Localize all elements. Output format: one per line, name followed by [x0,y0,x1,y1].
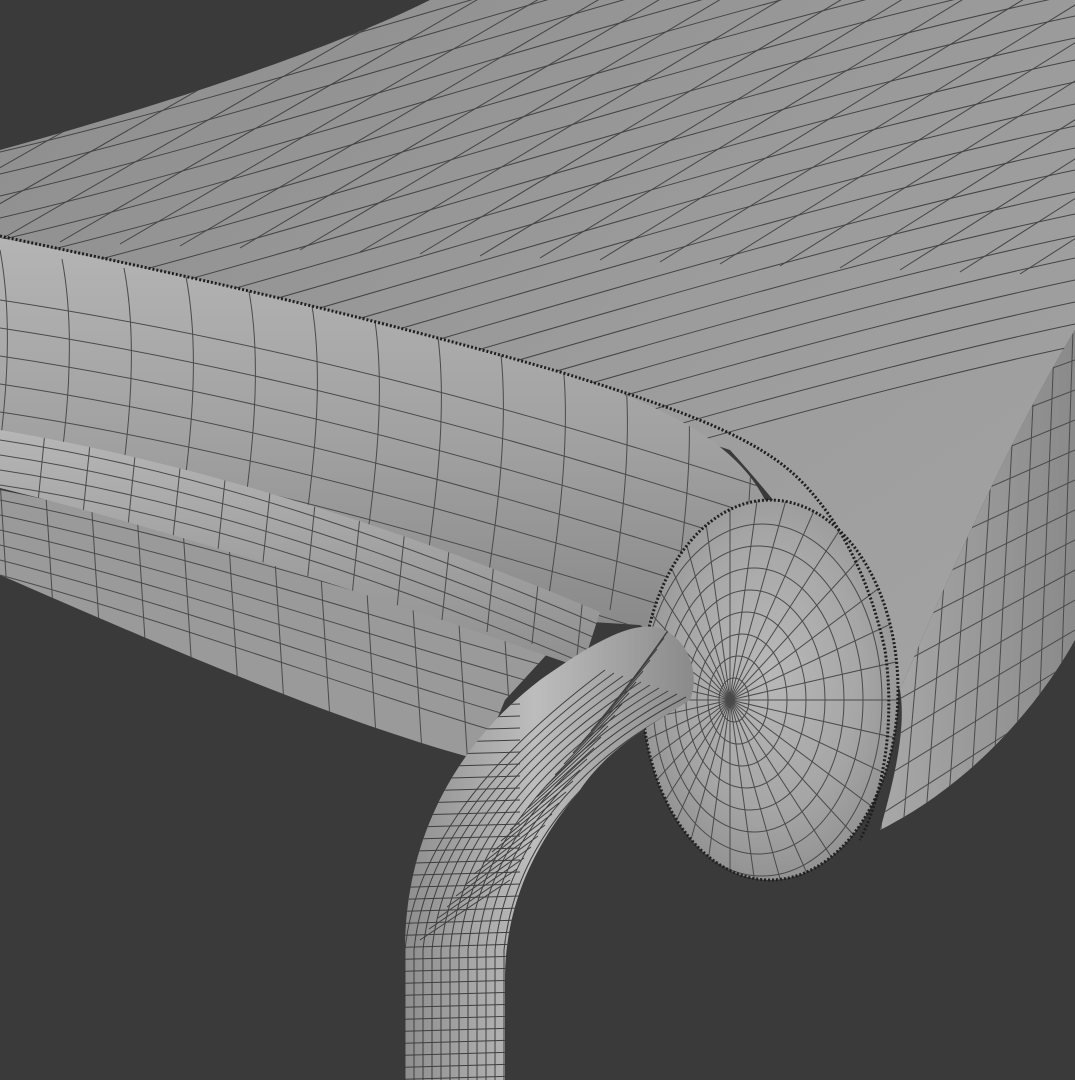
3d-viewport[interactable] [0,0,1075,1080]
wireframe-render [0,0,1075,1080]
